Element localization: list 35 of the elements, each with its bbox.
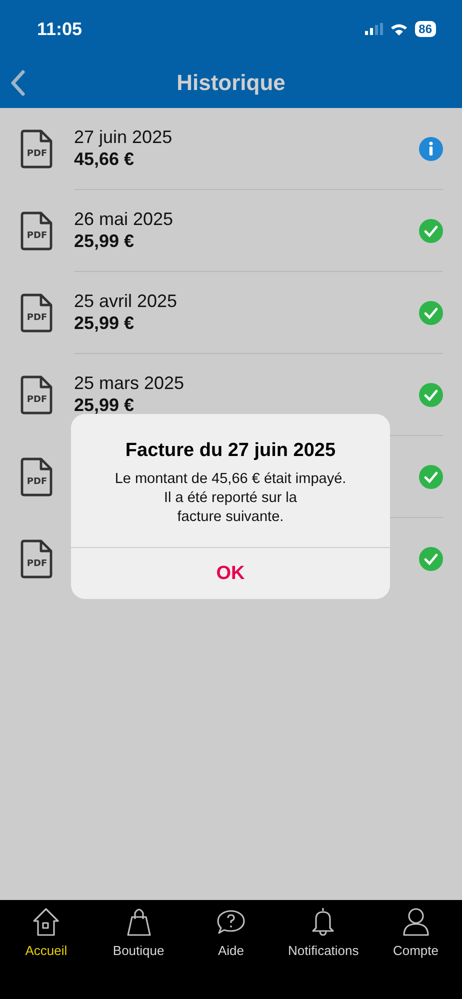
- invoice-date: 27 juin 2025: [74, 127, 174, 148]
- page-title: Historique: [176, 70, 286, 96]
- status-time: 11:05: [37, 18, 82, 40]
- file-icon: [20, 211, 54, 251]
- invoice-amount: 45,66 €: [74, 149, 136, 170]
- back-icon[interactable]: [10, 70, 26, 96]
- invoice-date: 25 avril 2025: [74, 291, 178, 312]
- dialog-title: Facture du 27 juin 2025: [125, 440, 336, 462]
- tab-label[interactable]: Notifications: [288, 943, 359, 958]
- dialog-message: Le montant de 45,66 € était impayé. Il a été reporté sur la facture suivante.: [114, 470, 346, 527]
- invoice-amount: 25,99 €: [74, 313, 136, 334]
- ok-button[interactable]: OK: [71, 547, 390, 599]
- file-icon: [20, 539, 54, 579]
- battery-level: 86: [414, 21, 436, 37]
- file-icon: [20, 457, 54, 497]
- tab-label[interactable]: Accueil: [25, 943, 68, 958]
- tab-label[interactable]: Boutique: [112, 943, 164, 958]
- tab-label[interactable]: Aide: [218, 943, 244, 958]
- file-type-label: PDF: [26, 231, 48, 241]
- tab-label[interactable]: Compte: [392, 943, 439, 958]
- file-type-label: PDF: [26, 149, 48, 159]
- file-icon: [20, 129, 54, 169]
- file-type-label: PDF: [26, 395, 48, 405]
- file-type-label: PDF: [26, 477, 48, 487]
- wifi-icon: [390, 22, 408, 36]
- file-icon: [20, 375, 54, 415]
- invoice-amount: 25,99 €: [74, 395, 136, 416]
- file-type-label: PDF: [26, 559, 48, 569]
- file-icon: [20, 293, 54, 333]
- signal-icon: [364, 23, 383, 35]
- invoice-date: 25 mars 2025: [74, 373, 186, 394]
- file-type-label: PDF: [26, 313, 48, 323]
- info-icon[interactable]: [419, 136, 443, 160]
- invoice-amount: 25,99 €: [74, 231, 136, 252]
- invoice-date: 26 mai 2025: [74, 209, 174, 230]
